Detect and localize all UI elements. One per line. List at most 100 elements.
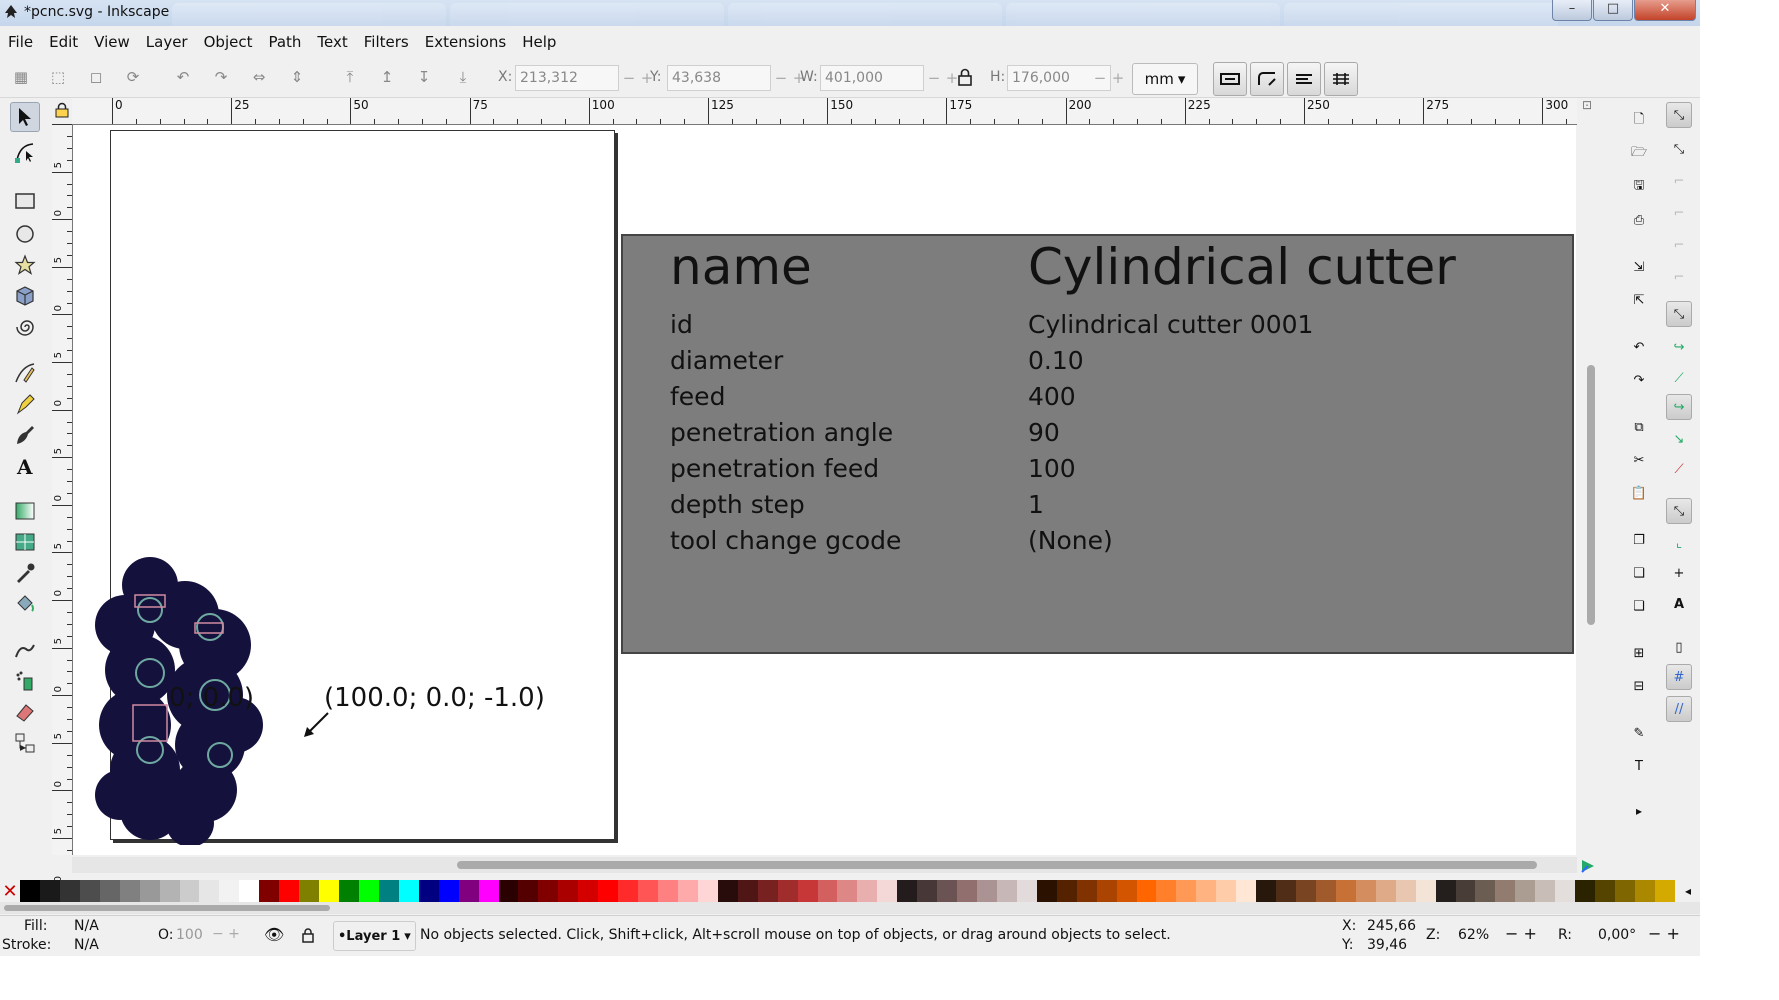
lock-ratio-icon[interactable] xyxy=(957,67,973,87)
horizontal-scrollbar[interactable] xyxy=(72,857,1577,873)
palette-scroll-thumb[interactable] xyxy=(4,905,330,911)
copy-icon[interactable]: ⧉ xyxy=(1626,414,1652,440)
snap-bbox-edge-icon[interactable]: ⌐ xyxy=(1666,168,1692,194)
color-swatch[interactable] xyxy=(957,880,977,902)
snap-rotation-icon[interactable]: + xyxy=(1666,560,1692,586)
color-swatch[interactable] xyxy=(1156,880,1177,902)
hide-layer-eye-icon[interactable]: 👁 xyxy=(264,925,284,944)
menu-layer[interactable]: Layer xyxy=(138,33,196,51)
snap-grid-icon[interactable]: # xyxy=(1666,664,1692,690)
unit-select[interactable]: mm ▾ xyxy=(1132,63,1198,95)
paint-bucket-tool[interactable] xyxy=(10,589,40,619)
color-swatch[interactable] xyxy=(339,880,359,902)
scale-corners-button[interactable] xyxy=(1250,62,1284,96)
color-swatch[interactable] xyxy=(1575,880,1596,902)
color-swatch[interactable] xyxy=(1176,880,1197,902)
close-button[interactable]: ✕ xyxy=(1634,0,1696,21)
color-swatch[interactable] xyxy=(1096,880,1117,902)
color-swatch[interactable] xyxy=(159,880,180,902)
color-swatch[interactable] xyxy=(1435,880,1456,902)
color-swatch[interactable] xyxy=(259,880,280,902)
zoom-corner-icon[interactable]: ⊡ xyxy=(1578,98,1596,120)
color-swatch[interactable] xyxy=(1555,880,1576,902)
export-icon[interactable]: ⇱ xyxy=(1626,287,1652,313)
menu-view[interactable]: View xyxy=(86,33,138,51)
color-swatch[interactable] xyxy=(817,880,838,902)
print-icon[interactable]: ⎙ xyxy=(1626,207,1652,233)
raise-icon[interactable]: ↥ xyxy=(376,66,398,88)
stroke-value[interactable]: N/A xyxy=(74,937,99,953)
star-tool[interactable] xyxy=(10,250,40,280)
pen-tool[interactable] xyxy=(10,389,40,419)
node-tool[interactable] xyxy=(10,137,40,167)
color-swatch[interactable] xyxy=(279,880,300,902)
dropper-tool[interactable] xyxy=(10,558,40,588)
no-paint-icon[interactable]: ✕ xyxy=(0,880,20,902)
zoom-spinner[interactable]: − + xyxy=(1505,924,1537,943)
text-tool[interactable]: A xyxy=(10,451,40,481)
color-swatch[interactable] xyxy=(777,880,798,902)
color-swatch[interactable] xyxy=(797,880,818,902)
redo-icon[interactable]: ↷ xyxy=(1626,367,1652,393)
gradient-tool[interactable] xyxy=(10,496,40,526)
color-swatch[interactable] xyxy=(458,880,479,902)
rotate-field[interactable]: 0,00° xyxy=(1598,927,1636,943)
opacity-field[interactable]: 100 xyxy=(176,927,203,943)
text-font-icon[interactable]: T xyxy=(1626,753,1652,779)
snap-bbox-mid-icon[interactable]: ⌐ xyxy=(1666,232,1692,258)
color-swatch[interactable] xyxy=(299,880,320,902)
ellipse-tool[interactable] xyxy=(10,219,40,249)
color-swatch[interactable] xyxy=(1036,880,1057,902)
mesh-tool[interactable] xyxy=(10,527,40,557)
snap-bbox-corner-icon[interactable]: ⌐ xyxy=(1666,200,1692,226)
snap-center-icon[interactable]: ⌞ xyxy=(1666,530,1692,556)
rotate-spinner[interactable]: − + xyxy=(1648,924,1680,943)
color-swatch[interactable] xyxy=(598,880,619,902)
color-swatch[interactable] xyxy=(20,880,40,902)
color-swatch[interactable] xyxy=(1615,880,1635,902)
color-swatch[interactable] xyxy=(538,880,559,902)
toolbox-expand-icon[interactable]: ▸ xyxy=(20,740,26,754)
rotate-ccw-icon[interactable]: ↶ xyxy=(172,66,194,88)
width-field[interactable] xyxy=(820,65,924,91)
color-swatch[interactable] xyxy=(1016,880,1037,902)
color-swatch[interactable] xyxy=(658,880,678,902)
color-swatch[interactable] xyxy=(937,880,958,902)
flip-horizontal-icon[interactable]: ⇔ xyxy=(248,66,270,88)
rectangle-tool[interactable] xyxy=(10,186,40,216)
color-swatch[interactable] xyxy=(857,880,878,902)
menu-filters[interactable]: Filters xyxy=(356,33,417,51)
menu-extensions[interactable]: Extensions xyxy=(417,33,514,51)
color-swatch[interactable] xyxy=(1276,880,1296,902)
color-swatch[interactable] xyxy=(717,880,738,902)
new-document-icon[interactable]: 🗋 xyxy=(1626,108,1652,134)
color-swatch[interactable] xyxy=(179,880,200,902)
menu-object[interactable]: Object xyxy=(196,33,261,51)
move-gradients-button[interactable] xyxy=(1287,62,1321,96)
palette-menu-icon[interactable]: ◂ xyxy=(1676,880,1700,902)
vertical-scrollbar[interactable] xyxy=(1583,125,1599,855)
rotate-90-icon[interactable]: ⟳ xyxy=(122,66,144,88)
calligraphy-tool[interactable] xyxy=(10,420,40,450)
rotate-cw-icon[interactable]: ↷ xyxy=(210,66,232,88)
spray-tool[interactable] xyxy=(10,666,40,696)
x-field[interactable] xyxy=(515,65,619,91)
color-swatch[interactable] xyxy=(139,880,160,902)
color-swatch[interactable] xyxy=(1196,880,1217,902)
color-swatch[interactable] xyxy=(917,880,938,902)
group-icon[interactable]: ⊞ xyxy=(1626,640,1652,666)
color-swatch[interactable] xyxy=(239,880,260,902)
color-swatch[interactable] xyxy=(977,880,997,902)
unlink-clone-icon[interactable]: ❑ xyxy=(1626,593,1652,619)
color-swatch[interactable] xyxy=(1296,880,1316,902)
snap-bbox-center-icon[interactable]: ⌐ xyxy=(1666,264,1692,290)
save-icon[interactable]: 🖫 xyxy=(1626,174,1652,200)
select-all-icon[interactable]: ▦ xyxy=(10,66,32,88)
color-swatch[interactable] xyxy=(1515,880,1536,902)
color-swatch[interactable] xyxy=(99,880,120,902)
minimize-button[interactable]: – xyxy=(1552,0,1592,21)
guide-lock-icon[interactable] xyxy=(55,102,69,118)
snap-others-icon[interactable]: ⤡ xyxy=(1666,498,1692,524)
ungroup-icon[interactable]: ⊟ xyxy=(1626,673,1652,699)
menu-edit[interactable]: Edit xyxy=(41,33,86,51)
